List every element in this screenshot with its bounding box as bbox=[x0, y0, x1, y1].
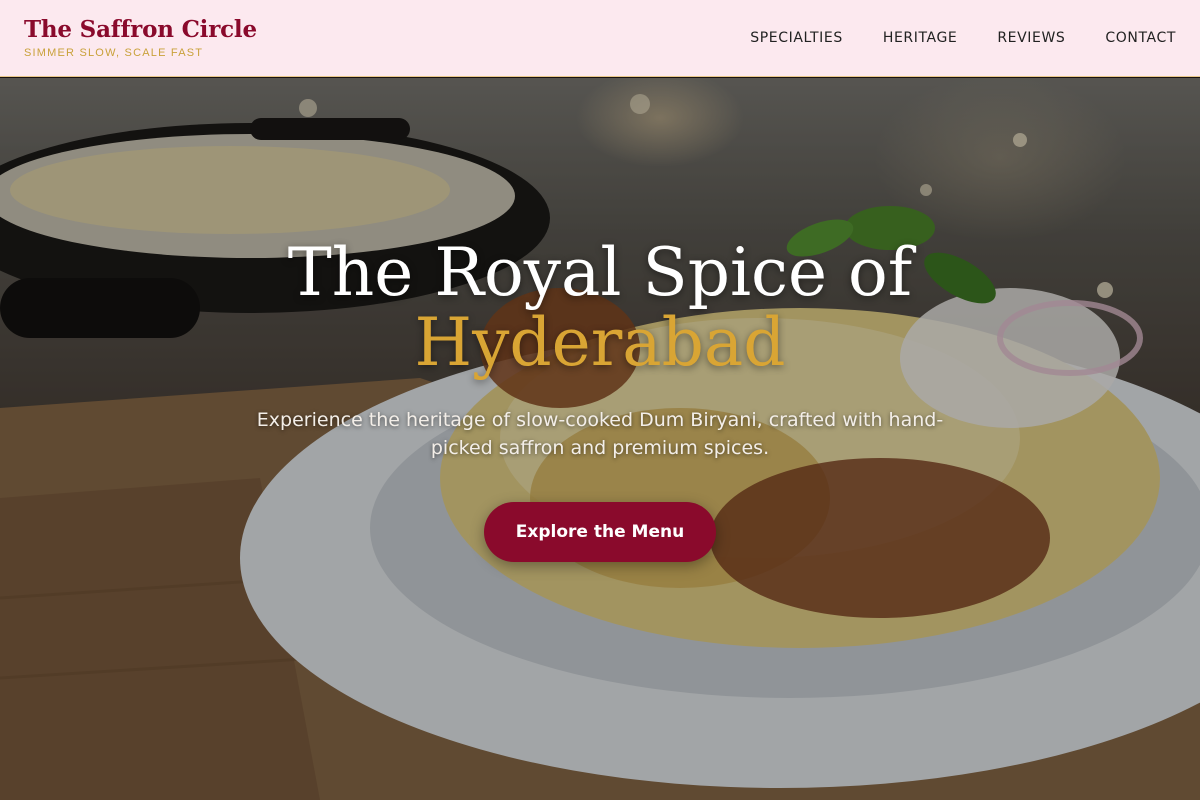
brand-tagline: SIMMER SLOW, SCALE FAST bbox=[24, 47, 204, 59]
main-nav: SPECIALTIES HERITAGE REVIEWS CONTACT bbox=[750, 30, 1176, 46]
brand[interactable]: The Saffron Circle SIMMER SLOW, SCALE FA… bbox=[24, 17, 257, 60]
explore-menu-button[interactable]: Explore the Menu bbox=[484, 502, 716, 562]
hero-title: The Royal Spice of Hyderabad bbox=[0, 238, 1200, 378]
nav-link-specialties[interactable]: SPECIALTIES bbox=[750, 30, 843, 46]
hero-title-highlight: Hyderabad bbox=[414, 304, 786, 381]
hero-title-line1: The Royal Spice of bbox=[287, 234, 913, 311]
nav-link-heritage[interactable]: HERITAGE bbox=[883, 30, 958, 46]
site-header: The Saffron Circle SIMMER SLOW, SCALE FA… bbox=[0, 0, 1200, 77]
hero-section: The Royal Spice of Hyderabad Experience … bbox=[0, 78, 1200, 800]
brand-name[interactable]: The Saffron Circle bbox=[24, 17, 257, 43]
hero-content: The Royal Spice of Hyderabad Experience … bbox=[0, 78, 1200, 800]
nav-link-reviews[interactable]: REVIEWS bbox=[997, 30, 1065, 46]
hero-subtitle: Experience the heritage of slow-cooked D… bbox=[256, 409, 944, 459]
nav-link-contact[interactable]: CONTACT bbox=[1105, 30, 1176, 46]
